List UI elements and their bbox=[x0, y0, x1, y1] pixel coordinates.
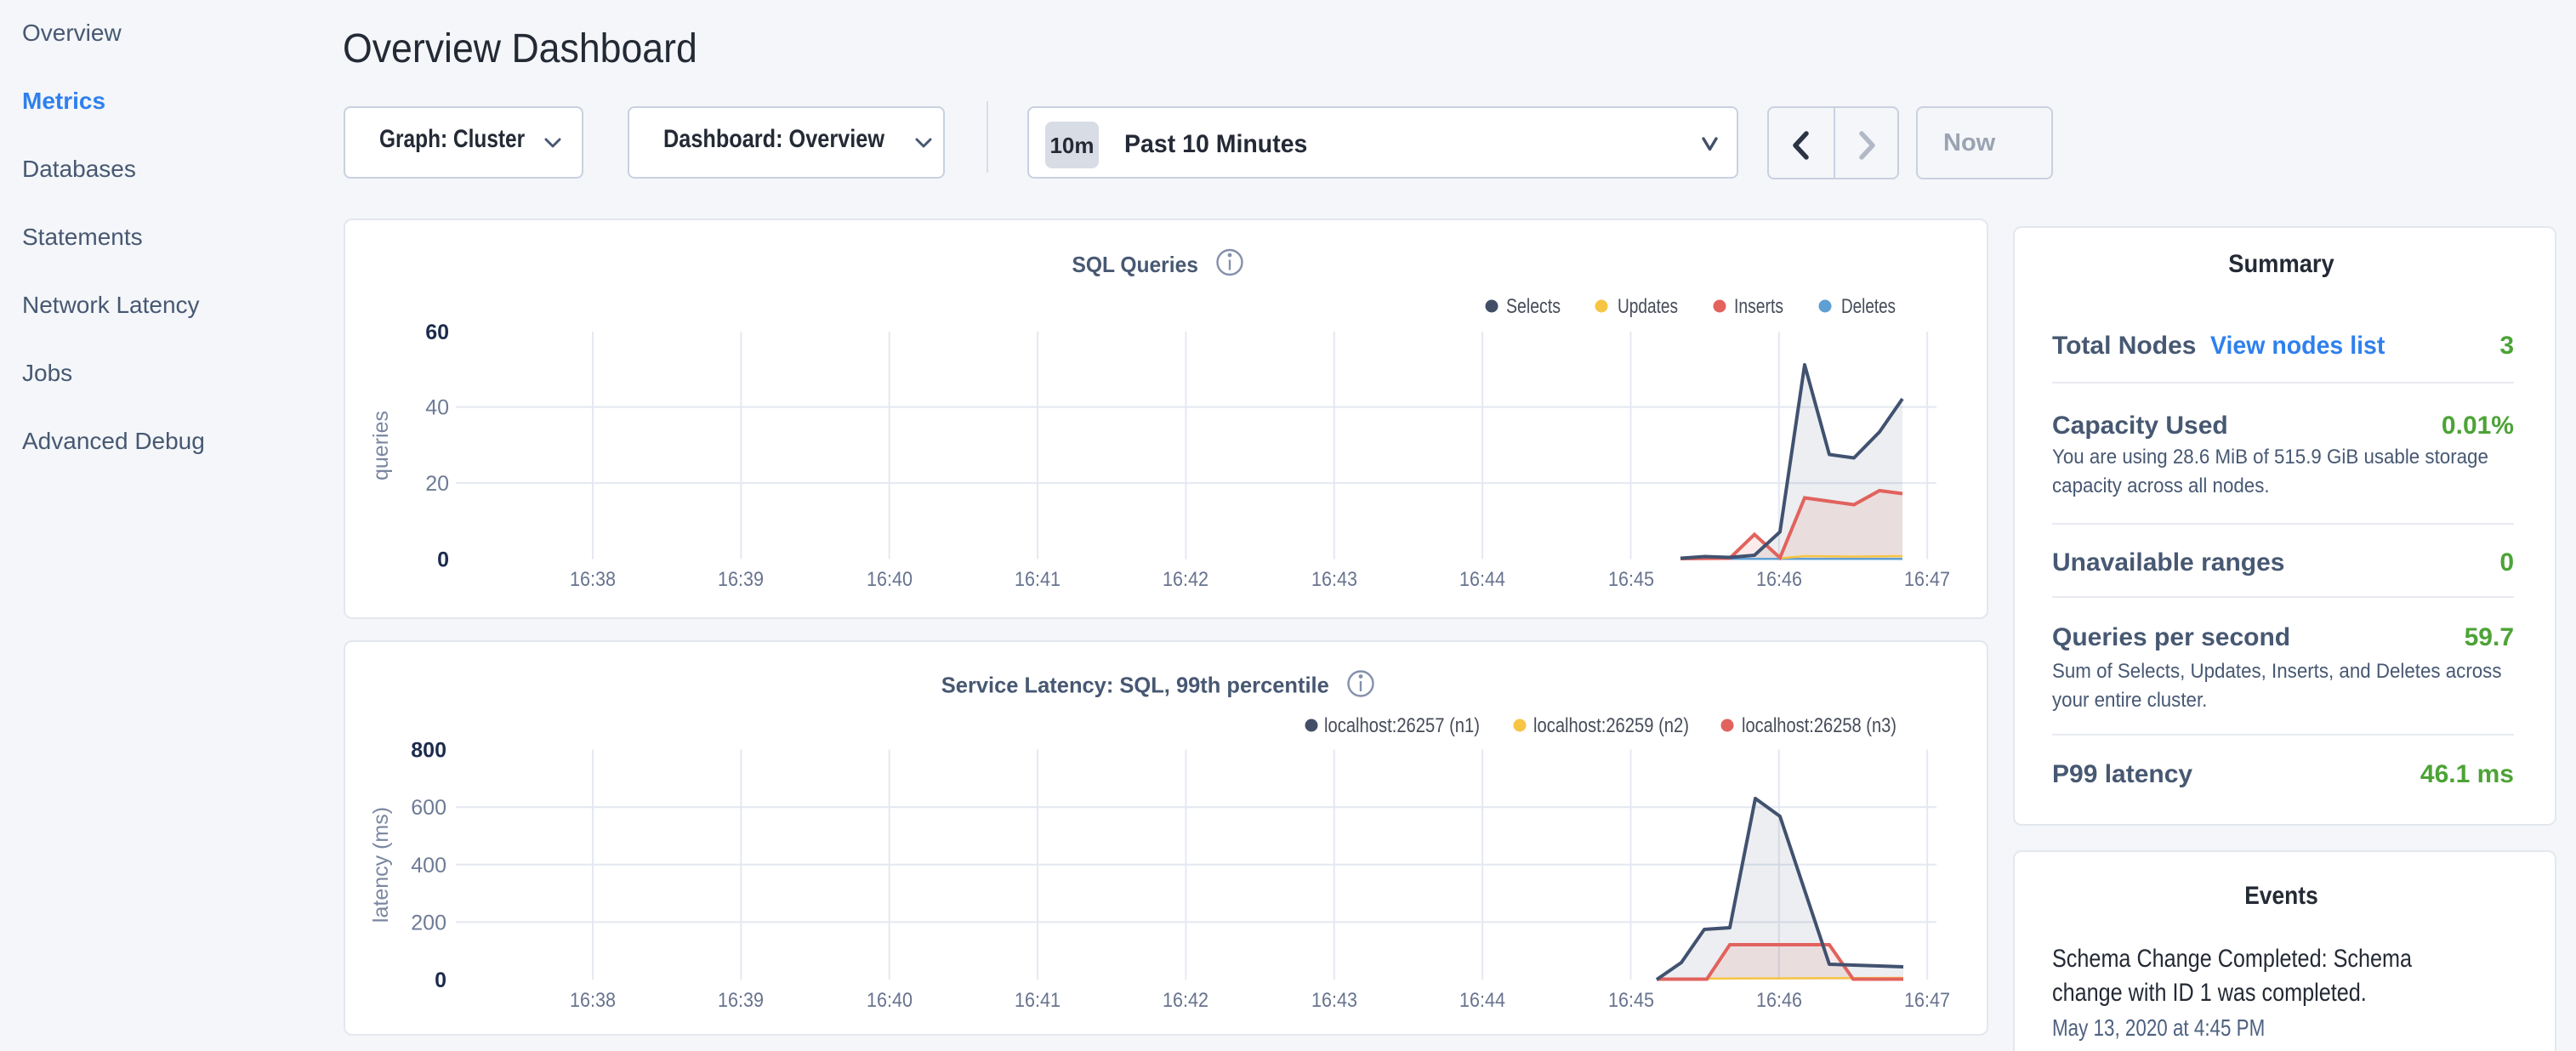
svg-text:localhost:26257 (n1): localhost:26257 (n1) bbox=[1324, 714, 1480, 737]
svg-text:16:40: 16:40 bbox=[867, 568, 913, 591]
svg-text:16:47: 16:47 bbox=[1904, 989, 1950, 1012]
svg-text:16:42: 16:42 bbox=[1163, 568, 1208, 591]
svg-text:16:44: 16:44 bbox=[1459, 989, 1505, 1012]
svg-text:16:45: 16:45 bbox=[1608, 989, 1654, 1012]
svg-text:0: 0 bbox=[435, 969, 446, 992]
svg-text:Updates: Updates bbox=[1618, 295, 1678, 318]
svg-text:16:41: 16:41 bbox=[1015, 568, 1061, 591]
svg-text:SQL Queries: SQL Queries bbox=[1072, 252, 1198, 277]
svg-text:20: 20 bbox=[425, 472, 449, 496]
svg-text:16:39: 16:39 bbox=[718, 989, 764, 1012]
svg-text:16:43: 16:43 bbox=[1311, 568, 1357, 591]
svg-text:16:39: 16:39 bbox=[718, 568, 764, 591]
svg-text:400: 400 bbox=[411, 854, 446, 878]
svg-text:16:47: 16:47 bbox=[1904, 568, 1950, 591]
svg-text:localhost:26258 (n3): localhost:26258 (n3) bbox=[1742, 714, 1896, 737]
svg-text:800: 800 bbox=[411, 739, 446, 763]
svg-text:Service Latency: SQL, 99th per: Service Latency: SQL, 99th percentile bbox=[941, 673, 1329, 698]
svg-text:200: 200 bbox=[411, 911, 446, 935]
svg-text:16:41: 16:41 bbox=[1015, 989, 1061, 1012]
svg-text:Inserts: Inserts bbox=[1734, 295, 1783, 318]
svg-text:Selects: Selects bbox=[1506, 295, 1561, 318]
svg-text:60: 60 bbox=[425, 321, 449, 344]
svg-text:16:38: 16:38 bbox=[570, 989, 616, 1012]
svg-text:16:42: 16:42 bbox=[1163, 989, 1208, 1012]
svg-text:16:46: 16:46 bbox=[1756, 568, 1802, 591]
svg-text:16:46: 16:46 bbox=[1756, 989, 1802, 1012]
svg-text:latency (ms): latency (ms) bbox=[369, 807, 393, 923]
svg-text:40: 40 bbox=[425, 396, 449, 420]
svg-text:queries: queries bbox=[369, 411, 393, 480]
svg-text:16:40: 16:40 bbox=[867, 989, 913, 1012]
svg-text:localhost:26259 (n2): localhost:26259 (n2) bbox=[1533, 714, 1689, 737]
svg-text:16:44: 16:44 bbox=[1459, 568, 1505, 591]
svg-text:Deletes: Deletes bbox=[1841, 295, 1896, 318]
svg-text:16:38: 16:38 bbox=[570, 568, 616, 591]
svg-text:16:45: 16:45 bbox=[1608, 568, 1654, 591]
svg-text:600: 600 bbox=[411, 796, 446, 820]
svg-text:16:43: 16:43 bbox=[1311, 989, 1357, 1012]
svg-text:0: 0 bbox=[437, 548, 449, 572]
